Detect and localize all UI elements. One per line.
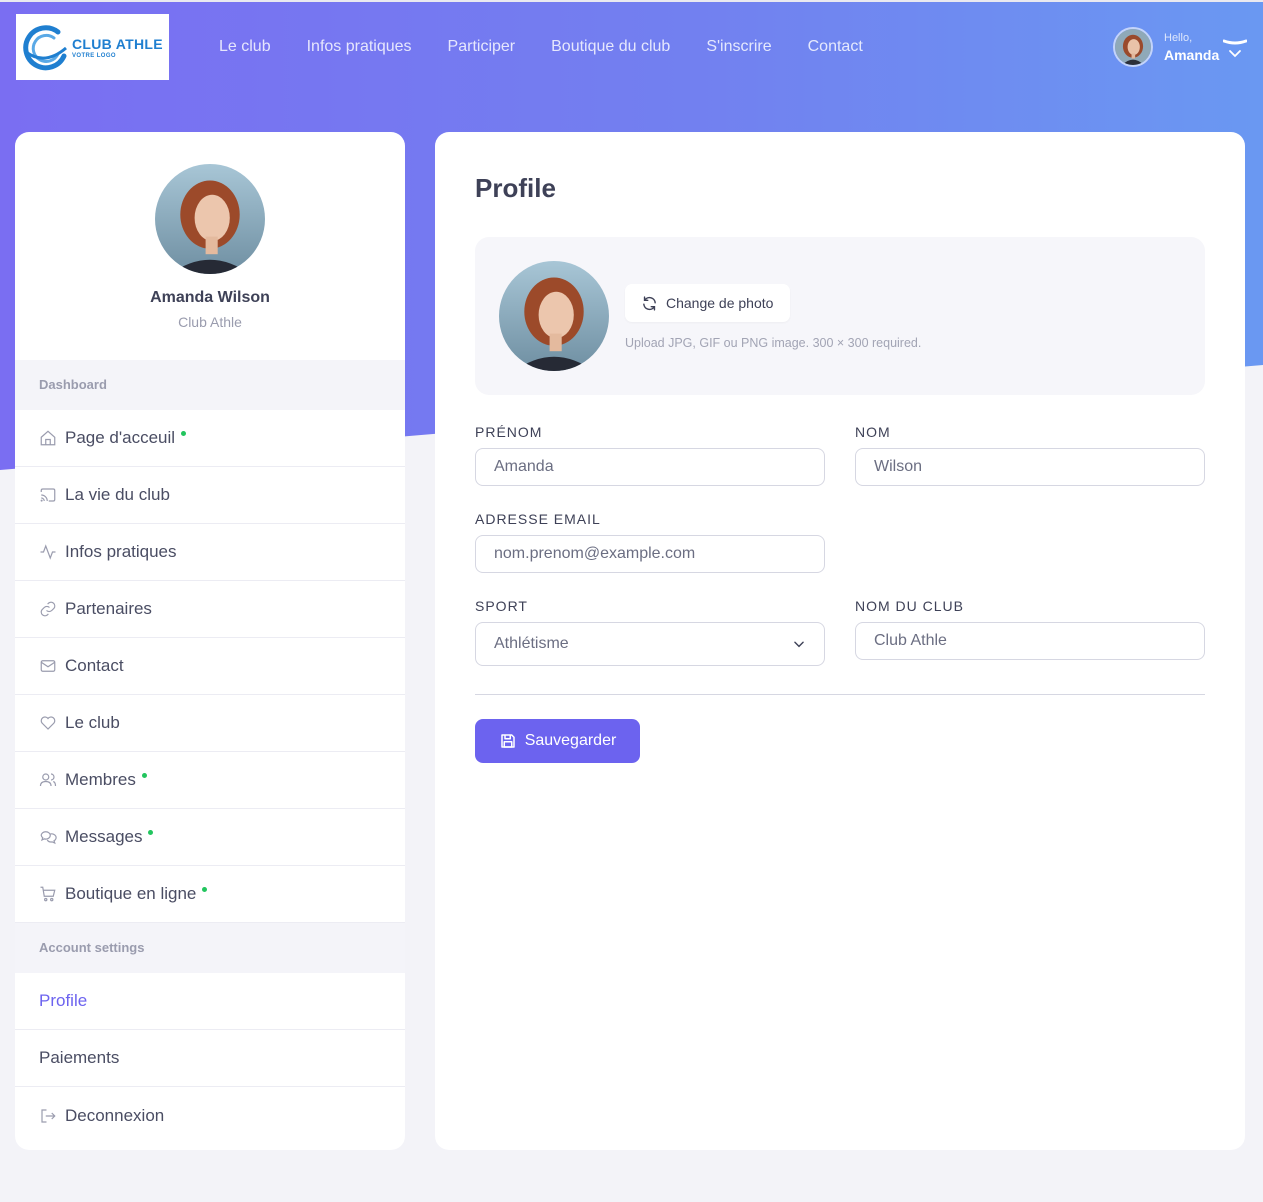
club-name-label: NOM DU CLUB <box>855 598 965 614</box>
save-icon <box>500 734 515 748</box>
sidebar-item-label: Profile <box>39 991 88 1010</box>
logout-icon <box>39 1107 57 1125</box>
sidebar-item-label: Messages <box>65 827 143 846</box>
sidebar-item-vie-du-club[interactable]: La vie du club <box>15 467 405 524</box>
sidebar-item-messages[interactable]: Messages <box>15 809 405 866</box>
sport-value: Athlétisme <box>494 635 569 652</box>
logo[interactable]: CLUB ATHLE VOTRE LOGO <box>16 14 169 80</box>
user-avatar <box>1113 27 1153 67</box>
sidebar-item-profile[interactable]: Profile <box>15 973 405 1030</box>
sidebar-item-label: Paiements <box>39 1048 120 1067</box>
nav-infos-pratiques[interactable]: Infos pratiques <box>307 37 412 57</box>
club-name-value: Club Athle <box>874 632 947 649</box>
sidebar-item-label: Contact <box>65 656 124 675</box>
sidebar-item-label: La vie du club <box>65 485 170 504</box>
email-field[interactable]: nom.prenom@example.com <box>475 535 825 573</box>
page-title: Profile <box>475 173 556 203</box>
sidebar-user-club: Club Athle <box>178 314 242 330</box>
notification-dot <box>148 829 154 835</box>
save-label: Sauvegarder <box>524 732 617 749</box>
sport-select[interactable]: Athlétisme <box>475 622 825 666</box>
photo-hint: Upload JPG, GIF ou PNG image. 300 × 300 … <box>625 336 922 350</box>
main-nav: Le club Infos pratiques Participer Bouti… <box>219 37 899 57</box>
user-menu[interactable]: Hello, Amanda <box>1113 27 1247 67</box>
section-dashboard: Dashboard <box>15 360 405 410</box>
sidebar: Amanda Wilson Club Athle Dashboard Page … <box>15 132 405 1150</box>
chevron-down-icon <box>794 641 804 648</box>
photo-section: Change de photo Upload JPG, GIF ou PNG i… <box>475 237 1205 395</box>
lastname-value: Wilson <box>874 458 923 475</box>
heart-icon <box>39 714 57 732</box>
change-photo-label: Change de photo <box>666 295 774 311</box>
profile-photo <box>499 261 609 371</box>
nav-le-club[interactable]: Le club <box>219 37 271 57</box>
section-account-settings: Account settings <box>15 923 405 973</box>
sidebar-user-name: Amanda Wilson <box>150 289 270 306</box>
sidebar-item-label: Partenaires <box>65 599 152 618</box>
nav-inscrire[interactable]: S'inscrire <box>706 37 771 57</box>
sidebar-item-partenaires[interactable]: Partenaires <box>15 581 405 638</box>
link-icon <box>39 600 57 618</box>
change-photo-button[interactable]: Change de photo <box>625 284 791 322</box>
user-name: Amanda <box>1164 46 1220 63</box>
profile-panel: Profile Change de photo Upload JPG, GIF … <box>435 132 1245 1150</box>
sidebar-item-deconnexion[interactable]: Deconnexion <box>15 1087 405 1144</box>
sidebar-item-label: Boutique en ligne <box>65 884 197 903</box>
sidebar-item-label: Membres <box>65 770 136 789</box>
home-icon <box>39 429 57 447</box>
sidebar-item-contact[interactable]: Contact <box>15 638 405 695</box>
firstname-field[interactable]: Amanda <box>475 448 825 486</box>
nav-boutique[interactable]: Boutique du club <box>551 37 670 57</box>
club-name-field[interactable]: Club Athle <box>855 622 1205 660</box>
user-greeting: Hello, <box>1164 31 1193 44</box>
save-button[interactable]: Sauvegarder <box>475 719 640 763</box>
user-text: Hello, Amanda <box>1164 32 1219 63</box>
sidebar-item-label: Infos pratiques <box>65 542 177 561</box>
notification-dot <box>202 886 208 892</box>
lastname-label: NOM <box>855 424 891 440</box>
sidebar-item-membres[interactable]: Membres <box>15 752 405 809</box>
cast-icon <box>39 486 57 504</box>
sidebar-item-paiements[interactable]: Paiements <box>15 1030 405 1087</box>
chat-icon <box>39 828 57 846</box>
notification-dot <box>141 772 147 778</box>
refresh-icon <box>643 295 656 311</box>
sidebar-item-accueil[interactable]: Page d'acceuil <box>15 410 405 467</box>
logo-subtitle: VOTRE LOGO <box>72 52 117 59</box>
sidebar-item-label: Deconnexion <box>65 1105 165 1125</box>
sport-label: SPORT <box>475 598 528 614</box>
sidebar-item-label: Page d'acceuil <box>65 428 176 447</box>
activity-icon <box>39 543 57 561</box>
logo-title: CLUB ATHLE <box>72 35 163 52</box>
logo-swoosh-icon <box>23 25 67 71</box>
email-placeholder: nom.prenom@example.com <box>494 545 696 562</box>
form-divider <box>475 694 1205 695</box>
firstname-value: Amanda <box>494 458 554 475</box>
email-label: ADRESSE EMAIL <box>475 511 601 527</box>
lastname-field[interactable]: Wilson <box>855 448 1205 486</box>
cart-icon <box>39 885 57 903</box>
sidebar-profile: Amanda Wilson Club Athle <box>15 132 405 360</box>
users-icon <box>39 771 57 789</box>
header: CLUB ATHLE VOTRE LOGO Le club Infos prat… <box>0 0 1263 96</box>
sidebar-avatar <box>155 164 265 274</box>
sidebar-item-infos-pratiques[interactable]: Infos pratiques <box>15 524 405 581</box>
nav-participer[interactable]: Participer <box>448 37 516 57</box>
nav-contact[interactable]: Contact <box>808 37 863 57</box>
sidebar-item-boutique[interactable]: Boutique en ligne <box>15 866 405 923</box>
firstname-label: PRÉNOM <box>475 424 543 440</box>
sidebar-item-label: Le club <box>65 713 120 732</box>
chevron-down-icon[interactable] <box>1223 39 1247 61</box>
mail-icon <box>39 657 57 675</box>
logo-text: CLUB ATHLE VOTRE LOGO <box>72 36 163 59</box>
sidebar-item-le-club[interactable]: Le club <box>15 695 405 752</box>
notification-dot <box>181 430 187 436</box>
